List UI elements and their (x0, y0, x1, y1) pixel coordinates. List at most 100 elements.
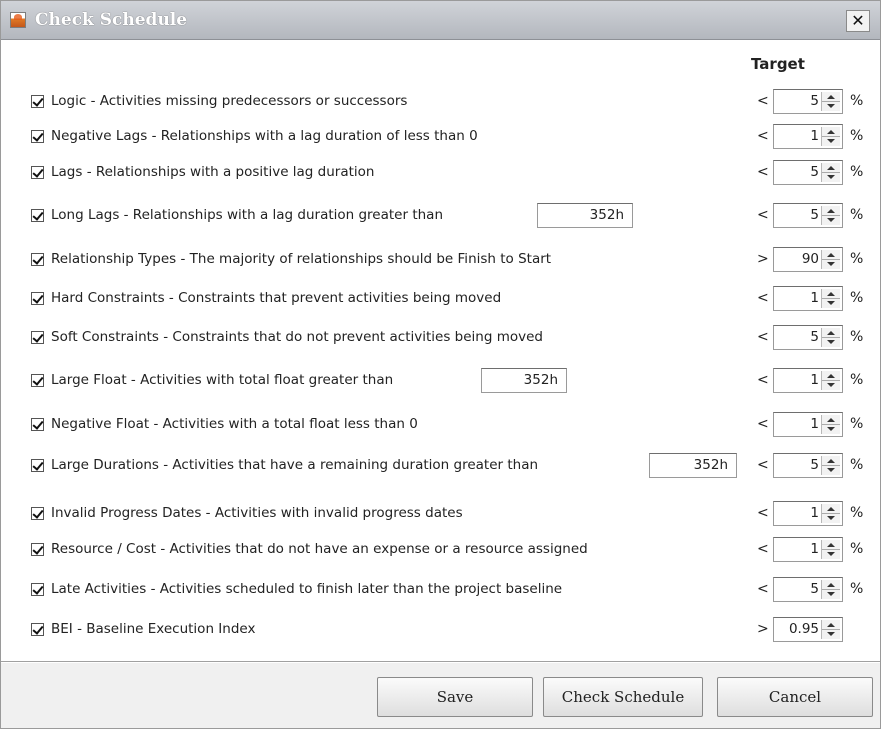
comparison-operator: < (757, 329, 769, 345)
target-value: 1 (810, 541, 819, 557)
save-button[interactable]: Save (377, 677, 533, 717)
check-row-checkbox[interactable] (31, 623, 44, 636)
cancel-button[interactable]: Cancel (717, 677, 873, 717)
target-spinner[interactable]: 5 (773, 203, 843, 228)
target-spinner[interactable]: 5 (773, 160, 843, 185)
check-row-checkbox[interactable] (31, 543, 44, 556)
threshold-input[interactable]: 352h (537, 203, 633, 228)
check-row-checkbox[interactable] (31, 209, 44, 222)
spinner-arrows-icon[interactable] (821, 163, 840, 182)
check-row-label: Negative Float - Activities with a total… (51, 416, 418, 432)
target-column-header: Target (751, 55, 805, 73)
target-value: 1 (810, 372, 819, 388)
comparison-operator: > (757, 621, 769, 637)
spinner-arrows-icon[interactable] (821, 580, 840, 599)
check-row-checkbox[interactable] (31, 418, 44, 431)
target-spinner[interactable]: 0.95 (773, 617, 843, 642)
comparison-operator: < (757, 505, 769, 521)
target-spinner[interactable]: 1 (773, 286, 843, 311)
percent-unit: % (850, 93, 864, 109)
target-value: 5 (810, 164, 819, 180)
spinner-arrows-icon[interactable] (821, 620, 840, 639)
comparison-operator: < (757, 372, 769, 388)
percent-unit: % (850, 505, 864, 521)
check-row-checkbox[interactable] (31, 95, 44, 108)
check-row-checkbox[interactable] (31, 374, 44, 387)
check-row-label: Logic - Activities missing predecessors … (51, 93, 408, 109)
percent-unit: % (850, 290, 864, 306)
threshold-input[interactable]: 352h (649, 453, 737, 478)
check-row: Large Durations - Activities that have a… (1, 453, 880, 479)
check-row: Negative Float - Activities with a total… (1, 412, 880, 438)
check-row: Relationship Types - The majority of rel… (1, 247, 880, 273)
percent-unit: % (850, 251, 864, 267)
target-value: 5 (810, 457, 819, 473)
spinner-arrows-icon[interactable] (821, 456, 840, 475)
spinner-divider (822, 172, 840, 173)
check-row-checkbox[interactable] (31, 507, 44, 520)
target-spinner[interactable]: 5 (773, 453, 843, 478)
spinner-arrows-icon[interactable] (821, 328, 840, 347)
check-row: Hard Constraints - Constraints that prev… (1, 286, 880, 312)
target-spinner[interactable]: 5 (773, 325, 843, 350)
close-button[interactable]: ✕ (846, 10, 870, 32)
check-row-checkbox[interactable] (31, 331, 44, 344)
check-row-checkbox[interactable] (31, 166, 44, 179)
spinner-divider (822, 549, 840, 550)
spinner-arrows-icon[interactable] (821, 250, 840, 269)
target-spinner[interactable]: 1 (773, 124, 843, 149)
spinner-arrows-icon[interactable] (821, 415, 840, 434)
target-spinner[interactable]: 5 (773, 89, 843, 114)
check-row: Late Activities - Activities scheduled t… (1, 577, 880, 603)
comparison-operator: < (757, 416, 769, 432)
comparison-operator: < (757, 541, 769, 557)
check-schedule-button[interactable]: Check Schedule (543, 677, 703, 717)
spinner-arrows-icon[interactable] (821, 206, 840, 225)
check-row-label: Large Float - Activities with total floa… (51, 372, 394, 388)
check-row: Resource / Cost - Activities that do not… (1, 537, 880, 563)
percent-unit: % (850, 416, 864, 432)
target-value: 5 (810, 581, 819, 597)
target-spinner[interactable]: 1 (773, 412, 843, 437)
target-spinner[interactable]: 90 (773, 247, 843, 272)
comparison-operator: < (757, 207, 769, 223)
comparison-operator: < (757, 581, 769, 597)
check-row-checkbox[interactable] (31, 292, 44, 305)
comparison-operator: < (757, 128, 769, 144)
target-spinner[interactable]: 1 (773, 368, 843, 393)
check-row: Negative Lags - Relationships with a lag… (1, 124, 880, 150)
check-row: Invalid Progress Dates - Activities with… (1, 501, 880, 527)
target-spinner[interactable]: 5 (773, 577, 843, 602)
target-value: 1 (810, 128, 819, 144)
spinner-divider (822, 513, 840, 514)
target-value: 1 (810, 505, 819, 521)
check-row: Soft Constraints - Constraints that do n… (1, 325, 880, 351)
check-schedule-dialog: Check Schedule ✕ Target Logic - Activiti… (0, 0, 881, 729)
check-row-checkbox[interactable] (31, 253, 44, 266)
spinner-arrows-icon[interactable] (821, 540, 840, 559)
spinner-arrows-icon[interactable] (821, 92, 840, 111)
check-row-label: Hard Constraints - Constraints that prev… (51, 290, 502, 306)
check-row-checkbox[interactable] (31, 583, 44, 596)
spinner-arrows-icon[interactable] (821, 371, 840, 390)
target-value: 90 (801, 251, 819, 267)
spinner-arrows-icon[interactable] (821, 127, 840, 146)
check-row-label: Late Activities - Activities scheduled t… (51, 581, 563, 597)
percent-unit: % (850, 207, 864, 223)
spinner-arrows-icon[interactable] (821, 289, 840, 308)
percent-unit: % (850, 372, 864, 388)
check-row: Large Float - Activities with total floa… (1, 368, 880, 394)
target-spinner[interactable]: 1 (773, 537, 843, 562)
check-row-label: Lags - Relationships with a positive lag… (51, 164, 375, 180)
target-value: 5 (810, 207, 819, 223)
title-bar[interactable]: Check Schedule ✕ (1, 1, 880, 40)
check-row-checkbox[interactable] (31, 130, 44, 143)
spinner-divider (822, 589, 840, 590)
spinner-arrows-icon[interactable] (821, 504, 840, 523)
check-row-checkbox[interactable] (31, 459, 44, 472)
threshold-input[interactable]: 352h (481, 368, 567, 393)
comparison-operator: < (757, 93, 769, 109)
percent-unit: % (850, 164, 864, 180)
spinner-divider (822, 136, 840, 137)
target-spinner[interactable]: 1 (773, 501, 843, 526)
